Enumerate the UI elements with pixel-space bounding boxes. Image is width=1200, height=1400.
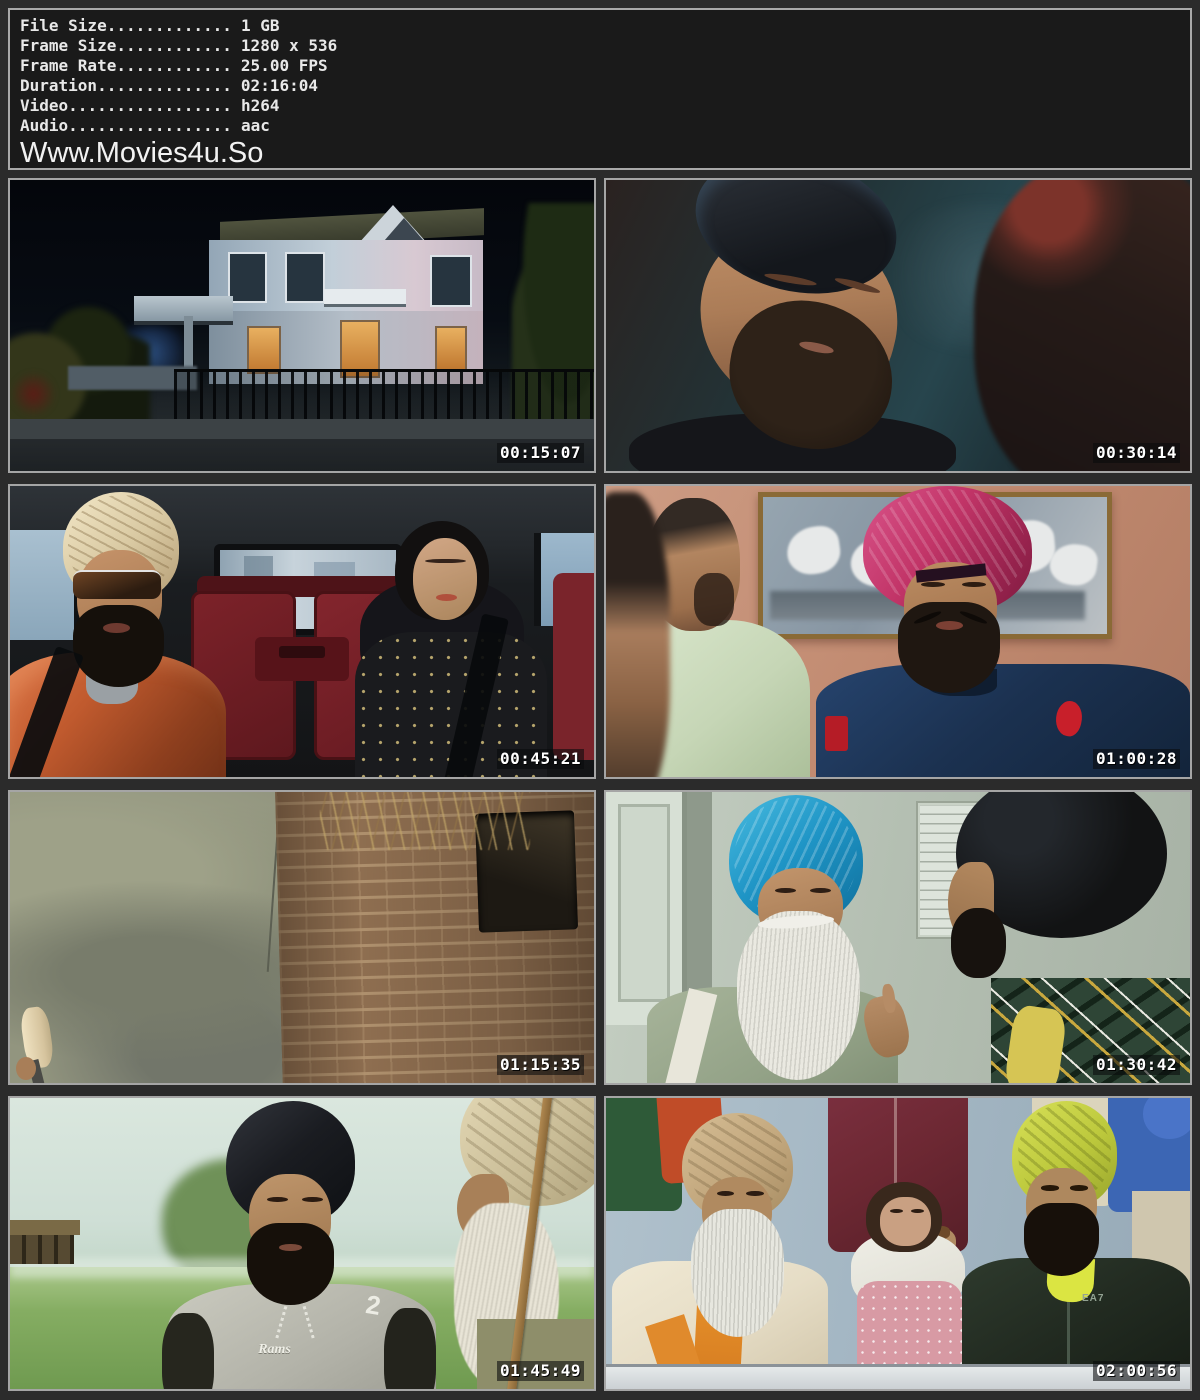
info-value: 1280 x 536 (232, 36, 337, 55)
scene-house-night (10, 180, 594, 471)
armrest (255, 637, 348, 681)
farm-structure-roof (10, 1220, 80, 1235)
timestamp-overlay: 01:00:28 (1093, 749, 1180, 769)
dry-grass (320, 792, 530, 850)
timestamp-overlay: 01:30:42 (1093, 1055, 1180, 1075)
speaker-beard (898, 602, 1000, 692)
video-thumbnail-6: 01:30:42 (604, 790, 1192, 1085)
info-value: aac (232, 116, 270, 135)
scene-audience: EA7 (606, 1098, 1190, 1389)
info-value: 1 GB (232, 16, 280, 35)
black-beard (247, 1223, 335, 1304)
video-thumbnail-1: 00:15:07 (8, 178, 596, 473)
video-thumbnail-2: 00:30:14 (604, 178, 1192, 473)
woman-lips (436, 594, 457, 601)
foreground-listener (606, 492, 670, 777)
dot-leader: ............ (116, 56, 232, 75)
armrest-slot (279, 646, 326, 658)
dot-leader: ................. (68, 116, 232, 135)
woman-face (413, 538, 477, 619)
timestamp-overlay: 00:15:07 (497, 443, 584, 463)
scene-brick-wall (10, 792, 594, 1083)
black-sleeve (384, 1308, 437, 1389)
info-line-video-codec: Video.................h264 (20, 96, 1180, 116)
eye (1070, 1185, 1088, 1190)
scene-car-interior (10, 486, 594, 777)
scene-field-conversation: 2 Rams (10, 1098, 594, 1389)
video-thumbnail-3: 00:45:21 (8, 484, 596, 779)
dot-leader: ............. (107, 16, 232, 35)
eye (1041, 1185, 1059, 1190)
open-mouth (936, 621, 963, 630)
info-label: Audio (20, 116, 68, 135)
window (430, 255, 472, 306)
pink-floral-dress (857, 1281, 962, 1371)
info-line-file-size: File Size.............1 GB (20, 16, 1180, 36)
jacket-brand-text: EA7 (1082, 1293, 1104, 1304)
media-preview-sheet: File Size.............1 GB Frame Size...… (0, 0, 1200, 1400)
info-label: Frame Size (20, 36, 116, 55)
info-line-audio-codec: Audio.................aac (20, 116, 1180, 136)
file-info-panel: File Size.............1 GB Frame Size...… (8, 8, 1192, 170)
timestamp-overlay: 00:30:14 (1093, 443, 1180, 463)
info-value: h264 (232, 96, 280, 115)
dot-leader: ............ (116, 36, 232, 55)
info-value: 02:16:04 (232, 76, 318, 95)
dot-leader: .............. (97, 76, 232, 95)
white-beard (691, 1209, 784, 1337)
black-beard (1024, 1203, 1100, 1276)
scene-blue-turban-elder (606, 792, 1190, 1083)
sunglasses (73, 570, 161, 598)
mouth (279, 1244, 302, 1252)
house (209, 215, 483, 384)
video-thumbnail-8: EA7 02:00:56 (604, 1096, 1192, 1391)
video-thumbnail-5: 01:15:35 (8, 790, 596, 1085)
info-line-frame-rate: Frame Rate............25.00 FPS (20, 56, 1180, 76)
red-plant (10, 372, 57, 416)
video-thumbnail-4: 01:00:28 (604, 484, 1192, 779)
sidewalk (10, 419, 594, 439)
info-line-duration: Duration..............02:16:04 (20, 76, 1180, 96)
red-sleeve-number (825, 716, 848, 751)
video-thumbnail-7: 2 Rams 01:45:49 (8, 1096, 596, 1391)
black-beard (951, 908, 1006, 978)
timestamp-overlay: 01:45:49 (497, 1361, 584, 1381)
foreground-head (974, 180, 1190, 471)
info-label: Frame Rate (20, 56, 116, 75)
farm-structure (10, 1235, 74, 1264)
jersey-brand-text: Rams (258, 1342, 291, 1358)
scene-man-closeup (606, 180, 1190, 471)
dot-leader: ................. (68, 96, 232, 115)
info-label: File Size (20, 16, 107, 35)
window (285, 252, 325, 303)
black-sleeve (162, 1313, 215, 1389)
thumbnail-grid: 00:15:07 00:30:14 (8, 178, 1192, 1391)
site-watermark: Www.Movies4u.So (20, 137, 1180, 169)
driver-mouth (103, 623, 129, 633)
girl-face (880, 1197, 930, 1246)
balcony (324, 289, 406, 307)
scene-pink-turban-room (606, 486, 1190, 777)
iron-fence (174, 369, 594, 421)
eye (890, 1209, 903, 1213)
hand (16, 1057, 36, 1080)
listener-beard (694, 573, 735, 625)
timestamp-overlay: 01:15:35 (497, 1055, 584, 1075)
info-label: Duration (20, 76, 97, 95)
info-label: Video (20, 96, 68, 115)
timestamp-overlay: 00:45:21 (497, 749, 584, 769)
seat-bolster (553, 573, 594, 759)
white-beard (737, 911, 860, 1080)
lit-window (435, 326, 466, 371)
eye (911, 1209, 924, 1213)
door-panel (618, 804, 671, 1002)
window (228, 252, 268, 303)
info-value: 25.00 FPS (232, 56, 328, 75)
driver-beard (73, 605, 164, 686)
info-line-frame-size: Frame Size............1280 x 536 (20, 36, 1180, 56)
lit-window (247, 326, 281, 374)
timestamp-overlay: 02:00:56 (1093, 1361, 1180, 1381)
